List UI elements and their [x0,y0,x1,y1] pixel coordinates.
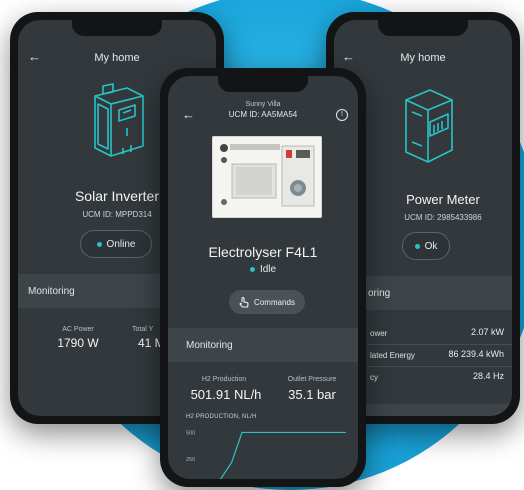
ucm-id: UCM ID: AA5MA54 [228,110,298,119]
status-label: Online [106,238,136,250]
metric-label: H2 Production [201,376,247,383]
phone-notch [378,20,468,36]
status-line: Idle [168,264,358,275]
status-pill[interactable]: Online [80,230,152,258]
row-label: ower [370,329,388,338]
commands-button[interactable]: Commands [229,290,305,314]
metric-label: AC Power [62,326,94,333]
phone-electrolyser: ← ! Sunny Villa UCM ID: AA5MA54 Electrol… [160,68,366,487]
status-dot-icon [414,243,420,249]
y-tick-label: 250 [186,457,195,463]
commands-label: Commands [254,297,295,307]
monitoring-title: Monitoring [28,286,75,297]
metric-value: 1790 W [57,336,99,350]
device-name: Power Meter [406,192,480,207]
y-tick-label: 500 [186,430,195,436]
header-title: My home [400,52,446,64]
row-label: cy [370,373,378,382]
status-dot-icon [96,241,102,247]
row-value: 86 239.4 kWh [448,349,504,359]
site-name: Sunny Villa [245,101,281,108]
phone-notch [72,20,162,36]
device-id: UCM ID: 2985433986 [404,213,482,222]
metric-value: 35.1 bar [288,387,336,402]
hand-pointer-icon [239,296,249,308]
row-divider [368,366,512,367]
row-label: lated Energy [370,351,415,360]
screen: ← ! Sunny Villa UCM ID: AA5MA54 Electrol… [168,76,358,479]
status-dot-icon [249,267,255,272]
row-value: 2.07 kW [470,327,504,337]
series-line [219,431,346,479]
metric-label: Outlet Pressure [287,376,337,383]
row-value: 28.4 Hz [472,371,504,381]
status-label: Ok [424,240,438,252]
monitoring-title: Monitoring [186,340,233,351]
h2-production-chart: 500 250 [186,430,346,479]
device-image [212,136,322,218]
device-name: Electrolyser F4L1 [208,244,318,260]
status-pill[interactable]: Ok [402,232,450,260]
meter-icon [400,84,458,171]
row-divider [368,344,512,345]
monitoring-title: oring [368,288,391,299]
status-label: Idle [259,264,277,275]
phone-notch [218,76,308,92]
metric-value: 501.91 NL/h [190,387,262,402]
header-title: My home [94,52,140,64]
inverter-icon [83,82,149,167]
chart-title: H2 PRODUCTION, NL/H [186,414,257,420]
